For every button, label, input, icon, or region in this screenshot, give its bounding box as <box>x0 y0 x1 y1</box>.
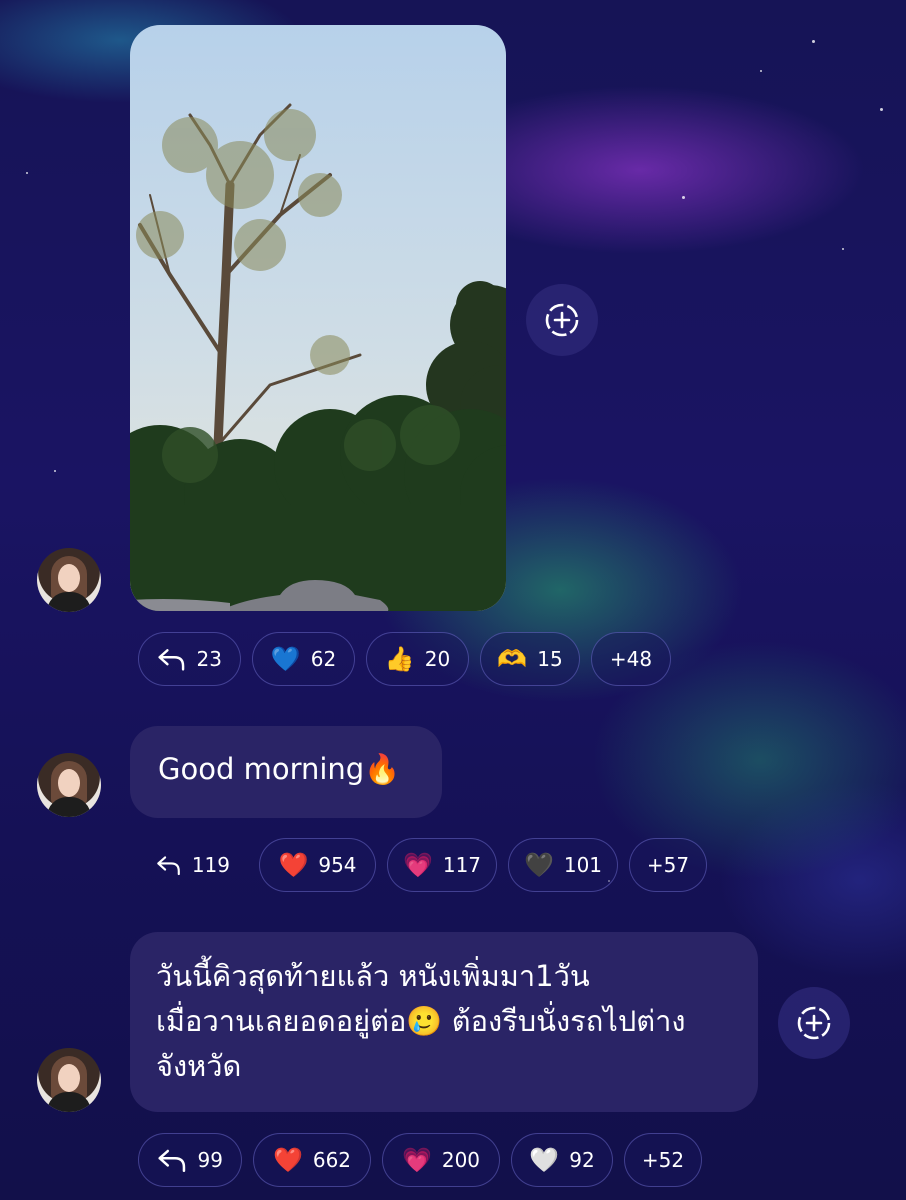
heart-hands-icon: 🫶 <box>497 645 528 673</box>
thumbs-up-icon: 👍 <box>384 645 415 673</box>
reply-arrow-icon <box>158 649 185 671</box>
reaction-chip[interactable]: ❤️ 662 <box>253 1133 371 1187</box>
more-reactions-count: +48 <box>609 647 653 671</box>
avatar[interactable] <box>37 548 101 612</box>
more-reactions-button[interactable]: +48 <box>591 632 671 686</box>
add-reaction-icon <box>545 303 579 337</box>
more-reactions-button[interactable]: +57 <box>629 838 707 892</box>
photo-scene <box>130 103 506 611</box>
avatar[interactable] <box>37 1048 101 1112</box>
reply-button[interactable]: 23 <box>138 632 241 686</box>
black-heart-icon: 🖤 <box>523 851 554 879</box>
blue-heart-icon: 💙 <box>270 645 301 673</box>
star <box>812 40 815 43</box>
reaction-count: 117 <box>442 853 482 877</box>
add-reaction-button[interactable] <box>526 284 598 356</box>
white-heart-icon: 🤍 <box>529 1146 560 1174</box>
reply-arrow-icon <box>158 1149 186 1173</box>
reaction-count: 62 <box>310 647 337 671</box>
more-reactions-button[interactable]: +52 <box>624 1133 702 1187</box>
reply-count: 99 <box>197 1148 223 1172</box>
reply-count: 119 <box>191 853 230 877</box>
reply-button[interactable]: 99 <box>138 1133 242 1187</box>
reaction-chip[interactable]: ❤️ 954 <box>259 838 376 892</box>
reply-count: 23 <box>196 647 222 671</box>
message-bubble[interactable]: วันนี้คิวสุดท้ายแล้ว หนังเพิ่มมา1วัน เมื… <box>130 932 758 1112</box>
more-reactions-count: +57 <box>646 853 690 877</box>
pink-heart-icon: 💗 <box>402 851 433 879</box>
message-text: Good morning🔥 <box>158 752 401 786</box>
reaction-count: 954 <box>318 853 357 877</box>
avatar[interactable] <box>37 753 101 817</box>
message-text: วันนี้คิวสุดท้ายแล้ว หนังเพิ่มมา1วัน เมื… <box>156 959 686 1083</box>
reaction-count: 101 <box>563 853 603 877</box>
reaction-chip[interactable]: 🫶 15 <box>480 632 580 686</box>
reaction-chip[interactable]: 👍 20 <box>366 632 469 686</box>
reaction-chip[interactable]: 💗 200 <box>382 1133 500 1187</box>
star <box>54 470 56 472</box>
message-bubble[interactable]: Good morning🔥 <box>130 726 442 818</box>
add-reaction-button[interactable] <box>778 987 850 1059</box>
star <box>880 108 883 111</box>
star <box>760 70 762 72</box>
add-reaction-icon <box>797 1006 831 1040</box>
reaction-count: 92 <box>569 1148 595 1172</box>
reply-arrow-icon <box>157 856 180 876</box>
star <box>26 172 28 174</box>
red-heart-icon: ❤️ <box>278 851 309 879</box>
reaction-row: 119 ❤️ 954 💗 117 🖤 101 +57 <box>138 838 707 892</box>
more-reactions-count: +52 <box>641 1148 685 1172</box>
star <box>842 248 844 250</box>
message-photo[interactable] <box>130 25 506 611</box>
reaction-row: 99 ❤️ 662 💗 200 🤍 92 +52 <box>138 1133 702 1187</box>
reply-button[interactable]: 119 <box>138 838 248 892</box>
reaction-chip[interactable]: 💙 62 <box>252 632 355 686</box>
reaction-chip[interactable]: 🖤 101 <box>508 838 618 892</box>
pink-heart-icon: 💗 <box>401 1146 432 1174</box>
reaction-count: 15 <box>537 647 563 671</box>
reaction-row: 23 💙 62 👍 20 🫶 15 +48 <box>138 632 671 686</box>
red-heart-icon: ❤️ <box>272 1146 303 1174</box>
reaction-chip[interactable]: 🤍 92 <box>511 1133 613 1187</box>
reaction-count: 662 <box>312 1148 352 1172</box>
reaction-count: 20 <box>424 647 451 671</box>
reaction-count: 200 <box>441 1148 481 1172</box>
star <box>682 196 685 199</box>
reaction-chip[interactable]: 💗 117 <box>387 838 497 892</box>
